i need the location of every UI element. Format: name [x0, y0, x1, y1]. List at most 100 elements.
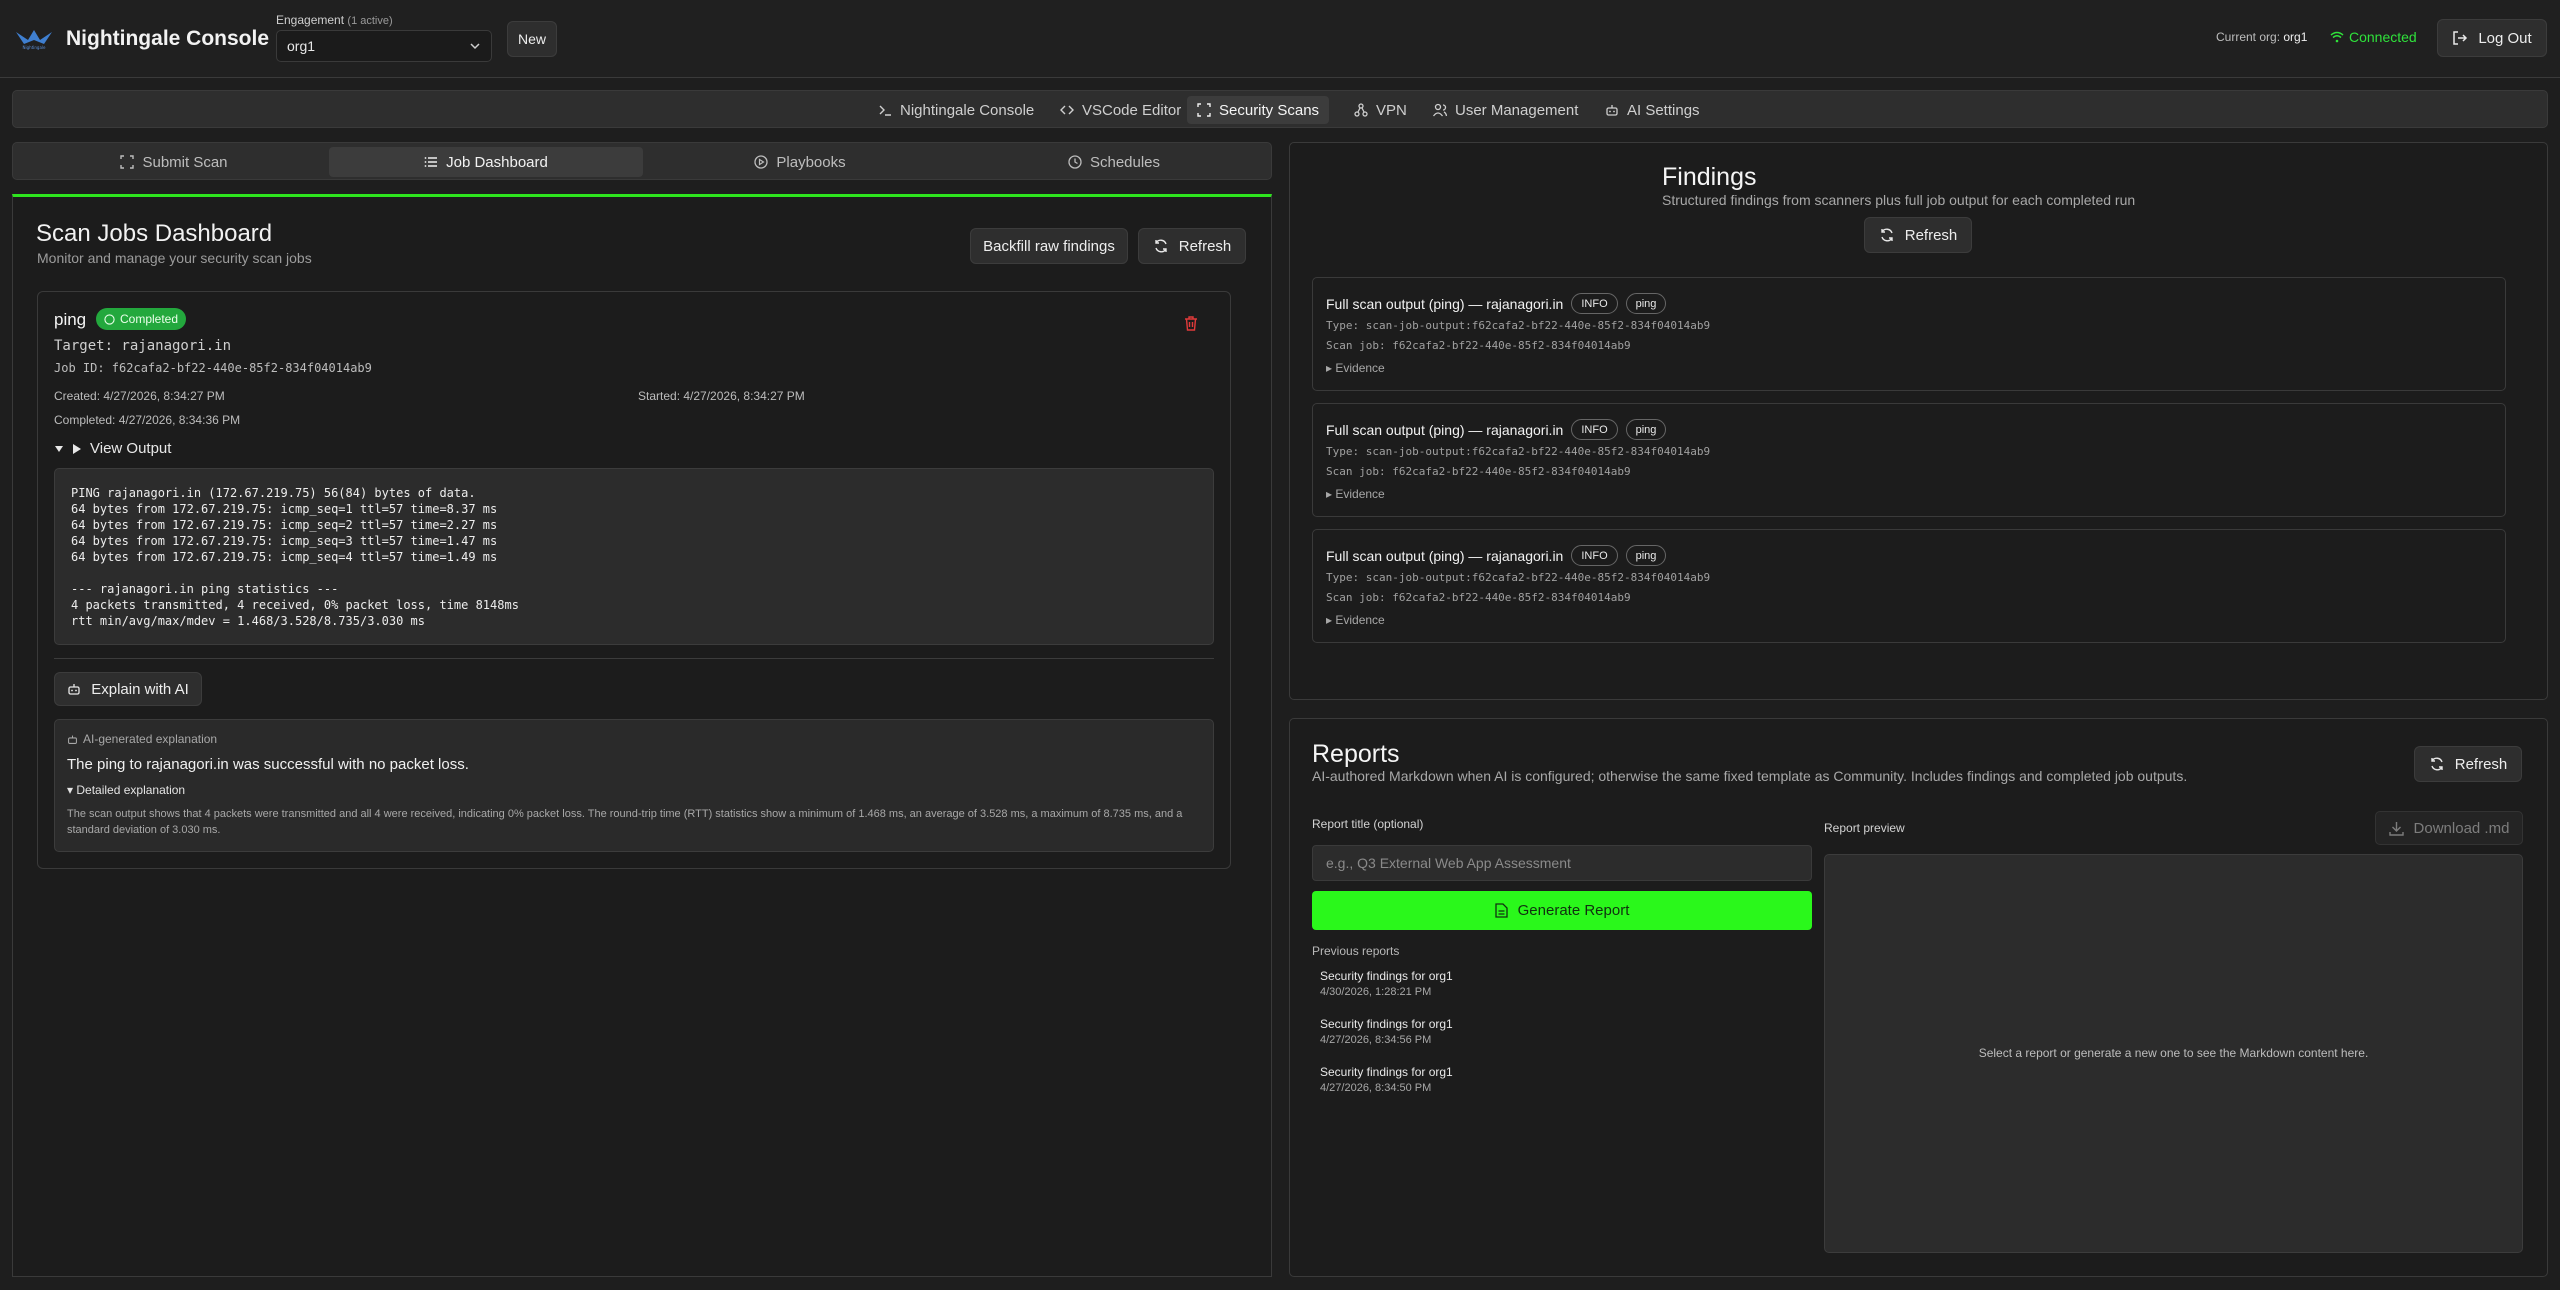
finding-type: Type: scan-job-output:f62cafa2-bf22-440e…	[1326, 319, 1711, 332]
play-triangle-icon	[72, 443, 82, 455]
evidence-toggle[interactable]: ▸ Evidence	[1326, 361, 1385, 375]
connection-status: Connected	[2330, 29, 2417, 45]
backfill-findings-button[interactable]: Backfill raw findings	[970, 228, 1128, 264]
severity-badge: INFO	[1571, 545, 1618, 566]
previous-report-date: 4/27/2026, 8:34:56 PM	[1320, 1034, 1432, 1046]
nav-item-nightingale-console[interactable]: Nightingale Console	[868, 96, 1044, 124]
previous-report-item[interactable]: Security findings for org1 4/30/2026, 1:…	[1320, 969, 1453, 998]
clock-icon	[1068, 155, 1082, 169]
scan-icon	[1197, 103, 1211, 117]
job-id: Job ID: f62cafa2-bf22-440e-85f2-834f0401…	[54, 361, 372, 375]
previous-reports-label: Previous reports	[1312, 944, 1400, 958]
refresh-reports-button[interactable]: Refresh	[2414, 746, 2522, 782]
finding-title-row: Full scan output (ping) — rajanagori.in …	[1326, 419, 1667, 440]
job-completed: Completed: 4/27/2026, 8:34:36 PM	[54, 413, 241, 427]
nav-item-label: VPN	[1376, 101, 1407, 119]
job-started: Started: 4/27/2026, 8:34:27 PM	[638, 389, 805, 403]
engagement-count: (1 active)	[347, 15, 393, 27]
tab-label: Schedules	[1089, 153, 1161, 171]
network-icon	[1354, 103, 1368, 117]
nav-item-vscode-editor[interactable]: VSCode Editor	[1050, 96, 1191, 124]
bot-icon	[67, 734, 78, 745]
tool-badge: ping	[1625, 293, 1667, 314]
previous-report-item[interactable]: Security findings for org1 4/27/2026, 8:…	[1320, 1065, 1453, 1094]
refresh-icon	[2429, 756, 2445, 772]
evidence-toggle[interactable]: ▸ Evidence	[1326, 487, 1385, 501]
evidence-toggle[interactable]: ▸ Evidence	[1326, 613, 1385, 627]
generate-report-button[interactable]: Generate Report	[1312, 891, 1812, 930]
check-circle-icon	[104, 313, 115, 325]
scan-output: PING rajanagori.in (172.67.219.75) 56(84…	[54, 468, 1214, 645]
logout-label: Log Out	[2478, 29, 2532, 47]
reports-title: Reports	[1312, 740, 1400, 768]
tab-label: Playbooks	[776, 153, 846, 171]
view-output-toggle[interactable]: View Output	[54, 440, 171, 457]
status-badge: Completed	[96, 308, 187, 330]
findings-title: Findings	[1662, 163, 1757, 191]
report-preview-placeholder: Select a report or generate a new one to…	[1978, 1046, 2369, 1060]
refresh-jobs-button[interactable]: Refresh	[1138, 228, 1246, 264]
logo-text: Nightingale	[23, 45, 46, 50]
nav-item-ai-settings[interactable]: AI Settings	[1595, 96, 1710, 124]
connection-status-text: Connected	[2349, 29, 2417, 45]
nav-item-vpn[interactable]: VPN	[1344, 96, 1417, 124]
finding-card: Full scan output (ping) — rajanagori.in …	[1312, 403, 2506, 517]
finding-card: Full scan output (ping) — rajanagori.in …	[1312, 277, 2506, 391]
new-engagement-button[interactable]: New	[507, 21, 557, 57]
download-icon	[2388, 821, 2404, 836]
severity-badge: INFO	[1571, 293, 1618, 314]
tab-submit-scan[interactable]: Submit Scan	[17, 147, 331, 177]
users-icon	[1433, 103, 1447, 117]
code-icon	[1060, 103, 1074, 117]
detail-toggle-label: Detailed explanation	[76, 783, 186, 797]
nav-item-label: AI Settings	[1627, 101, 1700, 119]
finding-scan-job: Scan job: f62cafa2-bf22-440e-85f2-834f04…	[1326, 465, 1631, 478]
ai-explanation-label: AI-generated explanation	[67, 732, 217, 746]
ai-summary: The ping to rajanagori.in was successful…	[67, 756, 469, 773]
nav-item-label: VSCode Editor	[1082, 101, 1182, 119]
current-org-value: org1	[2283, 30, 2308, 44]
previous-report-item[interactable]: Security findings for org1 4/27/2026, 8:…	[1320, 1017, 1453, 1046]
tab-job-dashboard[interactable]: Job Dashboard	[329, 147, 643, 177]
engagement-select[interactable]: org1	[276, 30, 492, 62]
finding-title-row: Full scan output (ping) — rajanagori.in …	[1326, 293, 1667, 314]
explain-with-ai-button[interactable]: Explain with AI	[54, 672, 202, 706]
finding-title: Full scan output (ping) — rajanagori.in	[1326, 421, 1564, 438]
report-title-input[interactable]	[1312, 845, 1812, 881]
nav-item-security-scans[interactable]: Security Scans	[1187, 96, 1330, 124]
nav-item-user-management[interactable]: User Management	[1423, 96, 1588, 124]
nav-item-label: User Management	[1455, 101, 1579, 119]
tool-badge: ping	[1625, 545, 1667, 566]
finding-title-row: Full scan output (ping) — rajanagori.in …	[1326, 545, 1667, 566]
previous-report-date: 4/30/2026, 1:28:21 PM	[1320, 986, 1432, 998]
refresh-findings-button[interactable]: Refresh	[1864, 217, 1972, 253]
nightingale-logo: Nightingale	[14, 26, 54, 54]
engagement-label-text: Engagement	[276, 13, 345, 27]
divider	[54, 658, 1214, 659]
main-nav: Nightingale Console VSCode Editor Securi…	[12, 90, 2548, 128]
logout-button[interactable]: Log Out	[2437, 19, 2547, 57]
tab-schedules[interactable]: Schedules	[957, 147, 1271, 177]
refresh-icon	[1153, 238, 1169, 254]
trash-icon[interactable]	[1184, 316, 1198, 335]
current-org: Current org: org1	[2216, 30, 2307, 44]
status-badge-text: Completed	[120, 312, 179, 326]
evidence-label: Evidence	[1335, 613, 1385, 627]
view-output-label: View Output	[90, 440, 172, 457]
logout-icon	[2452, 30, 2468, 46]
finding-type: Type: scan-job-output:f62cafa2-bf22-440e…	[1326, 445, 1711, 458]
download-md-button[interactable]: Download .md	[2375, 811, 2523, 845]
engagement-label: Engagement (1 active)	[276, 13, 393, 27]
tab-playbooks[interactable]: Playbooks	[643, 147, 957, 177]
file-text-icon	[1494, 903, 1508, 918]
current-org-label: Current org:	[2216, 30, 2281, 44]
tab-label: Submit Scan	[142, 153, 228, 171]
chevron-down-icon	[469, 40, 481, 52]
report-preview-label: Report preview	[1824, 821, 1905, 835]
terminal-icon	[878, 103, 892, 117]
detailed-explanation-toggle[interactable]: ▾ Detailed explanation	[67, 783, 185, 797]
finding-title: Full scan output (ping) — rajanagori.in	[1326, 547, 1564, 564]
refresh-label: Refresh	[2454, 755, 2508, 773]
previous-report-date: 4/27/2026, 8:34:50 PM	[1320, 1082, 1432, 1094]
explain-label: Explain with AI	[91, 680, 189, 698]
